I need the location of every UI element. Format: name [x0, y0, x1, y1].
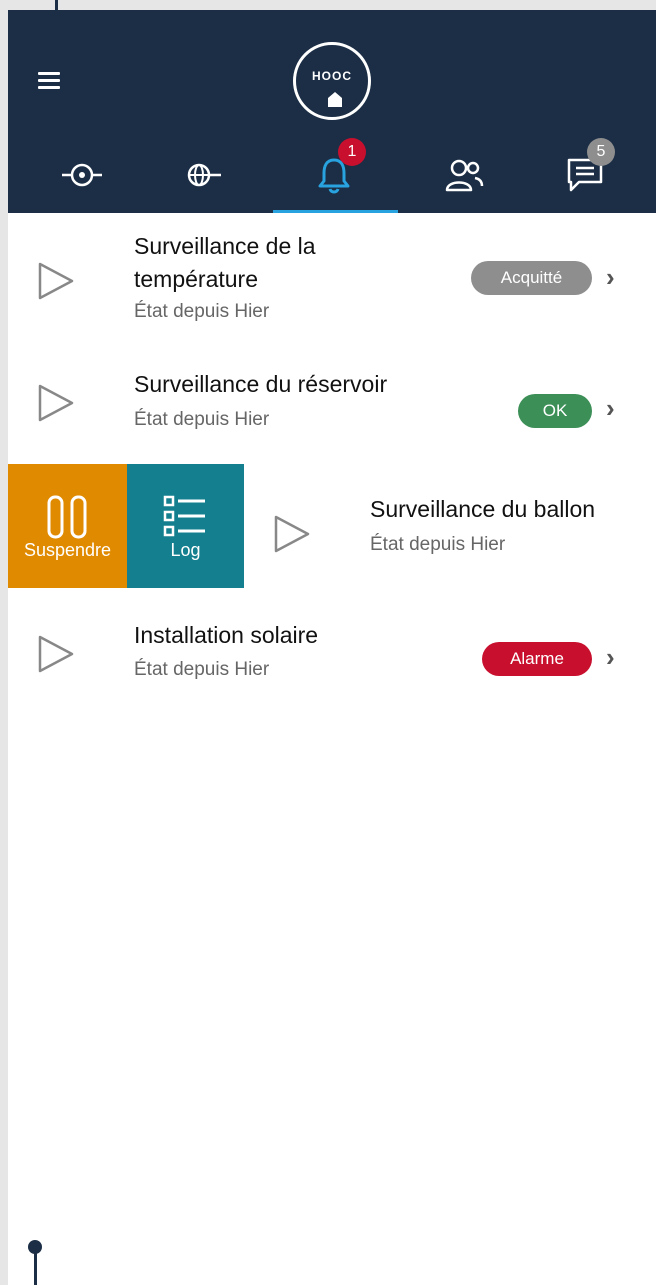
row-title: Installation solaire: [134, 622, 319, 648]
list-icon: [163, 495, 205, 537]
row-subtitle: État depuis Hier: [370, 534, 506, 555]
messages-count-badge: 5: [587, 138, 615, 166]
row-title: Surveillance du réservoir: [134, 371, 388, 397]
pause-icon: [47, 495, 87, 539]
suspend-action-button[interactable]: Suspendre: [8, 464, 127, 588]
row-title-line1: Surveillance de la: [134, 233, 316, 259]
tab-network[interactable]: [173, 145, 233, 205]
annotation-line-bottom: [34, 1247, 37, 1285]
play-icon[interactable]: [36, 634, 76, 674]
tab-sensors[interactable]: [52, 145, 112, 205]
suspend-label: Suspendre: [23, 540, 112, 560]
list-item-solaire[interactable]: Installation solaire État depuis Hier Al…: [8, 588, 656, 706]
hamburger-menu-icon[interactable]: [38, 72, 60, 92]
row-subtitle: État depuis Hier: [134, 301, 270, 322]
house-icon: [328, 92, 342, 107]
chevron-right-icon[interactable]: ›: [606, 262, 615, 293]
list-item-ballon[interactable]: Surveillance du ballon État depuis Hier: [244, 464, 656, 588]
status-badge-alarme: Alarme: [482, 642, 592, 676]
list-item-temperature[interactable]: Surveillance de la température État depu…: [8, 213, 656, 331]
alerts-count-badge: 1: [338, 138, 366, 166]
play-icon[interactable]: [36, 383, 76, 423]
phone-screen: HOOC 1 5 Surveillance de la température …: [8, 10, 656, 1285]
row-title-line2: température: [134, 266, 259, 292]
list-item-reservoir[interactable]: Surveillance du réservoir État depuis Hi…: [8, 331, 656, 464]
globe-icon: [187, 163, 221, 187]
play-icon[interactable]: [36, 261, 76, 301]
logo-text: HOOC: [312, 69, 352, 83]
row-subtitle: État depuis Hier: [134, 409, 270, 430]
chevron-right-icon[interactable]: ›: [606, 642, 615, 673]
sensor-icon: [62, 163, 102, 187]
tab-users[interactable]: [434, 145, 494, 205]
row-subtitle: État depuis Hier: [134, 659, 270, 680]
log-action-button[interactable]: Log: [127, 464, 244, 588]
log-label: Log: [170, 540, 201, 560]
play-icon[interactable]: [272, 514, 312, 554]
status-badge-ok: OK: [518, 394, 592, 428]
chevron-right-icon[interactable]: ›: [606, 393, 615, 424]
status-badge-acquitte: Acquitté: [471, 261, 592, 295]
users-icon: [445, 159, 484, 192]
app-header: HOOC 1 5: [8, 10, 656, 213]
row-title: Surveillance du ballon: [370, 496, 596, 522]
hooc-logo: HOOC: [293, 42, 371, 120]
